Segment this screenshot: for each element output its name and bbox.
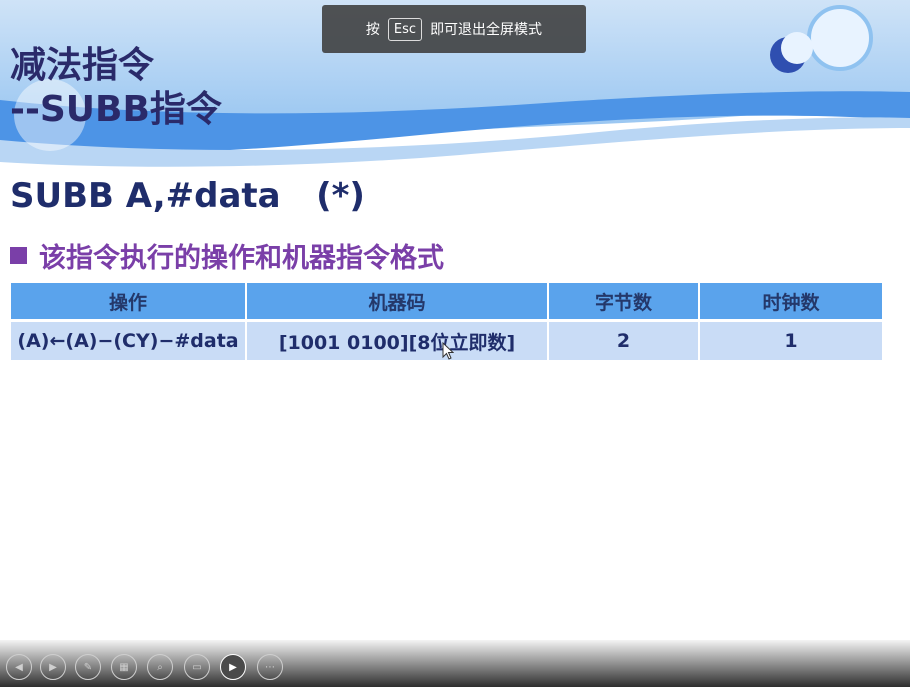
- previous-icon[interactable]: ◀: [6, 654, 32, 680]
- slides-icon[interactable]: ▦: [111, 654, 137, 680]
- slide-title: 减法指令 --SUBB指令: [10, 44, 222, 132]
- more-icon[interactable]: ⋯: [257, 654, 283, 680]
- header-bytes: 字节数: [549, 283, 698, 319]
- fullscreen-exit-hint: 按 Esc 即可退出全屏模式: [322, 5, 586, 53]
- title-line-1: 减法指令: [10, 45, 155, 86]
- subtitles-icon[interactable]: ▭: [184, 654, 210, 680]
- cell-bytes: 2: [549, 322, 698, 360]
- cell-cycles: 1: [700, 322, 882, 360]
- table-header-row: 操作 机器码 字节数 时钟数: [11, 283, 882, 319]
- header-machine-code: 机器码: [247, 283, 547, 319]
- zoom-icon[interactable]: ⌕: [147, 654, 173, 680]
- header-cycles: 时钟数: [700, 283, 882, 319]
- hint-suffix: 即可退出全屏模式: [430, 22, 543, 38]
- esc-key-badge: Esc: [387, 17, 423, 41]
- next-icon[interactable]: ▶: [40, 654, 66, 680]
- bullet-item: 该指令执行的操作和机器指令格式: [10, 236, 444, 275]
- hint-prefix: 按: [365, 22, 380, 38]
- pen-icon[interactable]: ✎: [75, 654, 101, 680]
- cell-machine-code: [1001 0100][8位立即数]: [247, 322, 547, 360]
- square-bullet-icon: [10, 247, 27, 264]
- instruction-syntax: SUBB A,#data (*): [10, 176, 365, 216]
- cell-operation: (A)←(A)−(CY)−#data: [11, 322, 245, 360]
- camera-icon[interactable]: ▶: [220, 654, 246, 680]
- bullet-text: 该指令执行的操作和机器指令格式: [39, 243, 444, 274]
- header-operation: 操作: [11, 283, 245, 319]
- mouse-cursor-icon: [442, 342, 454, 360]
- title-line-2: --SUBB指令: [10, 89, 222, 130]
- slide: 按 Esc 即可退出全屏模式 减法指令 --SUBB指令 SUBB A,#dat…: [0, 0, 910, 687]
